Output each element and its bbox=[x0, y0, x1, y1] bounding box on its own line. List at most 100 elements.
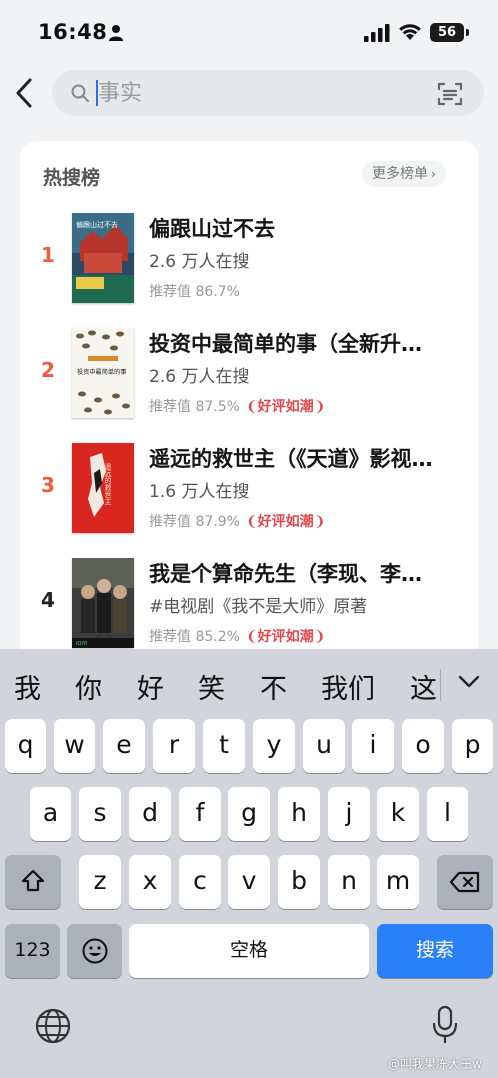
status-time: 16:48 bbox=[38, 20, 108, 44]
key-z[interactable]: z bbox=[79, 855, 121, 909]
book-title: 投资中最简单的事（全新升… bbox=[149, 332, 422, 356]
more-lists-label: 更多榜单 bbox=[372, 166, 428, 182]
laurel-left-icon: ❨ bbox=[245, 629, 258, 645]
key-d[interactable]: d bbox=[129, 787, 171, 841]
globe-icon[interactable] bbox=[34, 1007, 72, 1045]
key-m[interactable]: m bbox=[377, 855, 419, 909]
cover-text: 投资中最简单的事 bbox=[77, 368, 127, 376]
key-p[interactable]: p bbox=[452, 719, 493, 773]
rank-number: 2 bbox=[41, 358, 55, 382]
chevron-right-icon: › bbox=[431, 167, 436, 181]
scan-icon[interactable] bbox=[436, 80, 464, 108]
watermark: @叫我果冻大王w bbox=[388, 1057, 482, 1071]
rank-number: 1 bbox=[41, 243, 55, 267]
cover-text: 遥远的救世主 bbox=[104, 462, 112, 505]
search-count: #电视剧《我不是大师》原著 bbox=[149, 597, 368, 617]
space-key[interactable]: 空格 bbox=[129, 924, 369, 978]
key-c[interactable]: c bbox=[179, 855, 221, 909]
shift-icon bbox=[21, 869, 45, 892]
laurel-right-icon: ❩ bbox=[313, 629, 326, 645]
key-x[interactable]: x bbox=[129, 855, 171, 909]
hot-item-2[interactable]: 2 投资中最简单的事 投资中最简单的事（全新升… 2.6 万人在搜 推荐值 87… bbox=[20, 328, 478, 428]
laurel-right-icon: ❩ bbox=[313, 399, 326, 415]
key-k[interactable]: k bbox=[377, 787, 419, 841]
search-input[interactable] bbox=[98, 76, 398, 110]
recommend-value: 推荐值 87.5% bbox=[149, 399, 240, 415]
candidate-word[interactable]: 好 bbox=[137, 667, 164, 706]
acclaim-badge: ❨好评如潮❩ bbox=[246, 396, 325, 416]
recommend-score: 推荐值 85.2% ❨好评如潮❩ bbox=[149, 626, 325, 646]
cover-text: 偏跟山过不去 bbox=[76, 220, 118, 229]
person-icon bbox=[109, 25, 123, 41]
key-g[interactable]: g bbox=[228, 787, 270, 841]
key-s[interactable]: s bbox=[79, 787, 121, 841]
candidate-word[interactable]: 这 bbox=[410, 667, 437, 706]
hot-search-title: 热搜榜 bbox=[43, 167, 101, 189]
recommend-score: 推荐值 87.9% ❨好评如潮❩ bbox=[149, 511, 325, 531]
cover-text: iQIYI bbox=[76, 641, 87, 647]
key-b[interactable]: b bbox=[278, 855, 320, 909]
key-y[interactable]: y bbox=[253, 719, 295, 773]
laurel-right-icon: ❩ bbox=[313, 514, 326, 530]
acclaim-label: 好评如潮 bbox=[257, 514, 314, 530]
candidate-word[interactable]: 笑 bbox=[198, 667, 225, 706]
recommend-value: 推荐值 87.9% bbox=[149, 514, 240, 530]
acclaim-label: 好评如潮 bbox=[257, 399, 314, 415]
acclaim-label: 好评如潮 bbox=[257, 629, 314, 645]
recommend-score: 推荐值 86.7% bbox=[149, 281, 240, 301]
laurel-left-icon: ❨ bbox=[245, 399, 258, 415]
key-u[interactable]: u bbox=[303, 719, 345, 773]
battery-indicator: 56 bbox=[430, 23, 464, 42]
laurel-left-icon: ❨ bbox=[245, 514, 258, 530]
backspace-icon bbox=[449, 871, 480, 893]
hot-item-1[interactable]: 1 偏跟山过不去 偏跟山过不去 2.6 万人在搜 推荐值 86.7% bbox=[20, 213, 478, 313]
emoji-key[interactable] bbox=[67, 924, 122, 978]
key-f[interactable]: f bbox=[179, 787, 221, 841]
shift-key[interactable] bbox=[5, 855, 61, 909]
search-icon bbox=[71, 84, 89, 102]
battery-tip bbox=[466, 29, 469, 36]
wifi-icon bbox=[399, 24, 421, 40]
keyboard: 我 你 好 笑 不 我们 这 q w e r t y u i o p a s d… bbox=[0, 649, 498, 1078]
search-count: 2.6 万人在搜 bbox=[149, 367, 250, 387]
candidate-word[interactable]: 你 bbox=[75, 667, 102, 706]
candidate-word[interactable]: 我 bbox=[14, 667, 41, 706]
key-a[interactable]: a bbox=[30, 787, 71, 841]
book-title: 遥远的救世主（《天道》影视… bbox=[149, 447, 433, 471]
key-w[interactable]: w bbox=[54, 719, 95, 773]
candidate-word[interactable]: 我们 bbox=[321, 667, 375, 706]
acclaim-badge: ❨好评如潮❩ bbox=[246, 626, 325, 646]
key-v[interactable]: v bbox=[228, 855, 270, 909]
acclaim-badge: ❨好评如潮❩ bbox=[246, 511, 325, 531]
key-q[interactable]: q bbox=[5, 719, 46, 773]
status-bar: 16:48 56 bbox=[0, 0, 498, 62]
key-i[interactable]: i bbox=[352, 719, 394, 773]
candidate-bar: 我 你 好 笑 不 我们 这 bbox=[0, 649, 498, 719]
key-o[interactable]: o bbox=[402, 719, 444, 773]
key-l[interactable]: l bbox=[427, 787, 468, 841]
numbers-key[interactable]: 123 bbox=[5, 924, 60, 978]
book-cover: 投资中最简单的事 bbox=[72, 328, 134, 418]
search-bar[interactable] bbox=[52, 70, 484, 116]
book-cover: iQIYI bbox=[72, 558, 134, 648]
delete-key[interactable] bbox=[437, 855, 493, 909]
emoji-icon bbox=[82, 938, 107, 964]
recommend-value: 推荐值 86.7% bbox=[149, 284, 240, 300]
cellular-signal-icon bbox=[364, 24, 390, 42]
more-lists-button[interactable]: 更多榜单 › bbox=[362, 161, 446, 187]
key-r[interactable]: r bbox=[153, 719, 195, 773]
chevron-down-icon[interactable] bbox=[458, 673, 480, 689]
microphone-icon[interactable] bbox=[432, 1005, 458, 1045]
key-j[interactable]: j bbox=[328, 787, 370, 841]
search-key[interactable]: 搜索 bbox=[377, 924, 493, 978]
candidate-word[interactable]: 不 bbox=[260, 667, 287, 706]
key-h[interactable]: h bbox=[278, 787, 320, 841]
key-t[interactable]: t bbox=[203, 719, 245, 773]
key-n[interactable]: n bbox=[328, 855, 370, 909]
key-e[interactable]: e bbox=[103, 719, 145, 773]
hot-item-4[interactable]: 4 iQIYI 我是个算命先生（李现、李… #电视剧《我不是大师》原著 推荐值 … bbox=[20, 558, 478, 658]
book-cover: 遥远的救世主 bbox=[72, 443, 134, 533]
book-title: 我是个算命先生（李现、李… bbox=[149, 562, 422, 586]
hot-item-3[interactable]: 3 遥远的救世主 遥远的救世主（《天道》影视… 1.6 万人在搜 推荐值 87.… bbox=[20, 443, 478, 543]
back-arrow-icon[interactable] bbox=[12, 76, 38, 110]
